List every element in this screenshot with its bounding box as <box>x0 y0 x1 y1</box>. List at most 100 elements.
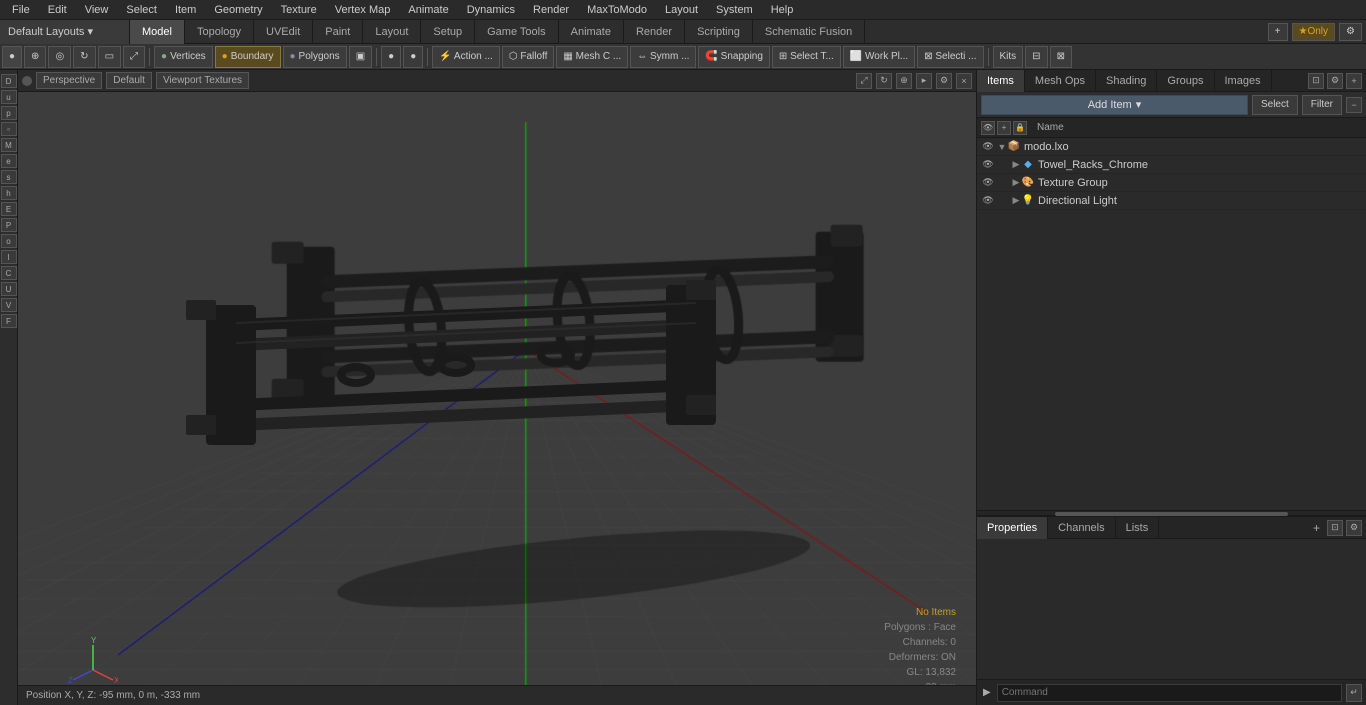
layout-tab-scripting[interactable]: Scripting <box>685 20 753 44</box>
tool-polygons[interactable]: ● Polygons <box>283 46 347 68</box>
item-expand-light[interactable]: ▶ <box>1011 194 1021 208</box>
tool-action[interactable]: ⚡ Action ... <box>432 46 500 68</box>
tab-groups[interactable]: Groups <box>1157 70 1214 92</box>
tool-layout-icon1[interactable]: ⊟ <box>1025 46 1047 68</box>
menu-select[interactable]: Select <box>118 2 165 18</box>
layout-tab-render[interactable]: Render <box>624 20 685 44</box>
layout-dropdown[interactable]: Default Layouts ▾ <box>0 20 130 44</box>
item-expand-texture[interactable]: ▶ <box>1011 176 1021 190</box>
tool-select-mode[interactable]: ● <box>2 46 22 68</box>
layout-tab-animate[interactable]: Animate <box>559 20 624 44</box>
item-eye-towel-racks[interactable]: 👁 <box>981 158 995 172</box>
sidebar-btn-9[interactable]: E <box>1 202 17 216</box>
viewport-3d[interactable]: X Z Y No Items Polygons : Face Channels:… <box>18 92 976 705</box>
item-expand-modo-bxo[interactable]: ▼ <box>997 140 1007 154</box>
tool-layout-icon2[interactable]: ⊠ <box>1050 46 1072 68</box>
menu-item[interactable]: Item <box>167 2 204 18</box>
items-scroll-area[interactable] <box>977 510 1366 516</box>
prop-tab-lists[interactable]: Lists <box>1116 517 1160 539</box>
item-eye-light[interactable]: 👁 <box>981 194 995 208</box>
layout-tab-layout[interactable]: Layout <box>363 20 421 44</box>
layout-only-btn[interactable]: ★ Only <box>1292 23 1336 41</box>
menu-texture[interactable]: Texture <box>273 2 325 18</box>
viewport-fit-btn[interactable]: ⤢ <box>856 73 872 89</box>
tool-kits[interactable]: Kits <box>993 46 1024 68</box>
menu-render[interactable]: Render <box>525 2 577 18</box>
tool-rotate[interactable]: ↻ <box>73 46 95 68</box>
prop-plus-btn[interactable]: + <box>1309 521 1324 535</box>
item-row-texture-group[interactable]: 👁 ▶ 🎨 Texture Group <box>977 174 1366 192</box>
layout-tab-gametools[interactable]: Game Tools <box>475 20 559 44</box>
viewport-perspective-btn[interactable]: Perspective <box>36 72 102 89</box>
item-row-dir-light[interactable]: 👁 ▶ 💡 Directional Light <box>977 192 1366 210</box>
tool-select-t[interactable]: ⊞ Select T... <box>772 46 841 68</box>
viewport-more-btn[interactable]: ▸ <box>916 73 932 89</box>
item-row-towel-racks[interactable]: 👁 ▶ ◆ Towel_Racks_Chrome <box>977 156 1366 174</box>
tool-falloff[interactable]: ⬡ Falloff <box>502 46 555 68</box>
items-visibility-icon[interactable]: 👁 <box>981 121 995 135</box>
viewport-close-btn[interactable]: × <box>956 73 972 89</box>
right-tabs-plus-btn[interactable]: + <box>1346 73 1362 89</box>
menu-layout[interactable]: Layout <box>657 2 706 18</box>
tool-grid[interactable]: ▣ <box>349 46 372 68</box>
items-scroll-handle[interactable] <box>1055 512 1288 516</box>
item-eye-texture[interactable]: 👁 <box>981 176 995 190</box>
sidebar-btn-3[interactable]: p <box>1 106 17 120</box>
sidebar-btn-7[interactable]: s <box>1 170 17 184</box>
items-minus-btn[interactable]: − <box>1346 97 1362 113</box>
sidebar-btn-15[interactable]: V <box>1 298 17 312</box>
right-tabs-expand-btn[interactable]: ⊡ <box>1308 73 1324 89</box>
tab-mesh-ops[interactable]: Mesh Ops <box>1025 70 1096 92</box>
menu-edit[interactable]: Edit <box>40 2 75 18</box>
item-row-modo-bxo[interactable]: 👁 ▼ 📦 modo.lxo <box>977 138 1366 156</box>
select-button[interactable]: Select <box>1252 95 1298 115</box>
tab-images[interactable]: Images <box>1215 70 1272 92</box>
menu-geometry[interactable]: Geometry <box>206 2 270 18</box>
layout-plus-btn[interactable]: + <box>1268 23 1288 41</box>
tool-circle[interactable]: ⊕ <box>24 46 46 68</box>
menu-dynamics[interactable]: Dynamics <box>459 2 523 18</box>
item-expand-towel[interactable]: ▶ <box>1011 158 1021 172</box>
sidebar-btn-10[interactable]: P <box>1 218 17 232</box>
tool-work-pl[interactable]: ⬜ Work Pl... <box>843 46 915 68</box>
sidebar-btn-14[interactable]: U <box>1 282 17 296</box>
menu-maxtomodo[interactable]: MaxToModo <box>579 2 655 18</box>
layout-tab-model[interactable]: Model <box>130 20 185 44</box>
menu-animate[interactable]: Animate <box>400 2 456 18</box>
viewport-settings-btn[interactable]: ⚙ <box>936 73 952 89</box>
viewport-rotate-btn[interactable]: ↻ <box>876 73 892 89</box>
layout-tab-paint[interactable]: Paint <box>313 20 363 44</box>
sidebar-btn-5[interactable]: M <box>1 138 17 152</box>
tool-vertices[interactable]: ● Vertices <box>154 46 213 68</box>
tool-ring[interactable]: ◎ <box>48 46 71 68</box>
tool-boundary[interactable]: ● Boundary <box>215 46 281 68</box>
command-input[interactable] <box>997 684 1342 702</box>
viewport-dot[interactable] <box>22 76 32 86</box>
viewport-zoom-btn[interactable]: ⊕ <box>896 73 912 89</box>
tool-dot1[interactable]: ● <box>381 46 401 68</box>
tool-transform[interactable]: ⤢ <box>123 46 145 68</box>
layout-settings-btn[interactable]: ⚙ <box>1339 23 1362 41</box>
filter-button[interactable]: Filter <box>1302 95 1342 115</box>
tab-shading[interactable]: Shading <box>1096 70 1157 92</box>
prop-tab-channels[interactable]: Channels <box>1048 517 1115 539</box>
sidebar-btn-1[interactable]: D <box>1 74 17 88</box>
layout-tab-topology[interactable]: Topology <box>185 20 254 44</box>
command-enter-btn[interactable]: ↵ <box>1346 684 1362 702</box>
items-list[interactable]: 👁 ▼ 📦 modo.lxo 👁 ▶ ◆ Towel_Racks_Chrome … <box>977 138 1366 510</box>
add-item-button[interactable]: Add Item ▾ <box>981 95 1248 115</box>
sidebar-btn-4[interactable]: ▫ <box>1 122 17 136</box>
items-lock-icon[interactable]: 🔒 <box>1013 121 1027 135</box>
menu-vertex-map[interactable]: Vertex Map <box>327 2 399 18</box>
tool-snapping[interactable]: 🧲 Snapping <box>698 46 770 68</box>
item-eye-modo-bxo[interactable]: 👁 <box>981 140 995 154</box>
layout-tab-setup[interactable]: Setup <box>421 20 475 44</box>
tool-rect[interactable]: ▭ <box>98 46 121 68</box>
layout-tab-uvedit[interactable]: UVEdit <box>254 20 313 44</box>
tool-symm[interactable]: ⇔ Symm ... <box>630 46 696 68</box>
sidebar-btn-2[interactable]: u <box>1 90 17 104</box>
prop-expand-btn[interactable]: ⊡ <box>1327 520 1343 536</box>
layout-tab-schematic[interactable]: Schematic Fusion <box>753 20 865 44</box>
menu-file[interactable]: File <box>4 2 38 18</box>
tool-selecti[interactable]: ⊠ Selecti ... <box>917 46 983 68</box>
